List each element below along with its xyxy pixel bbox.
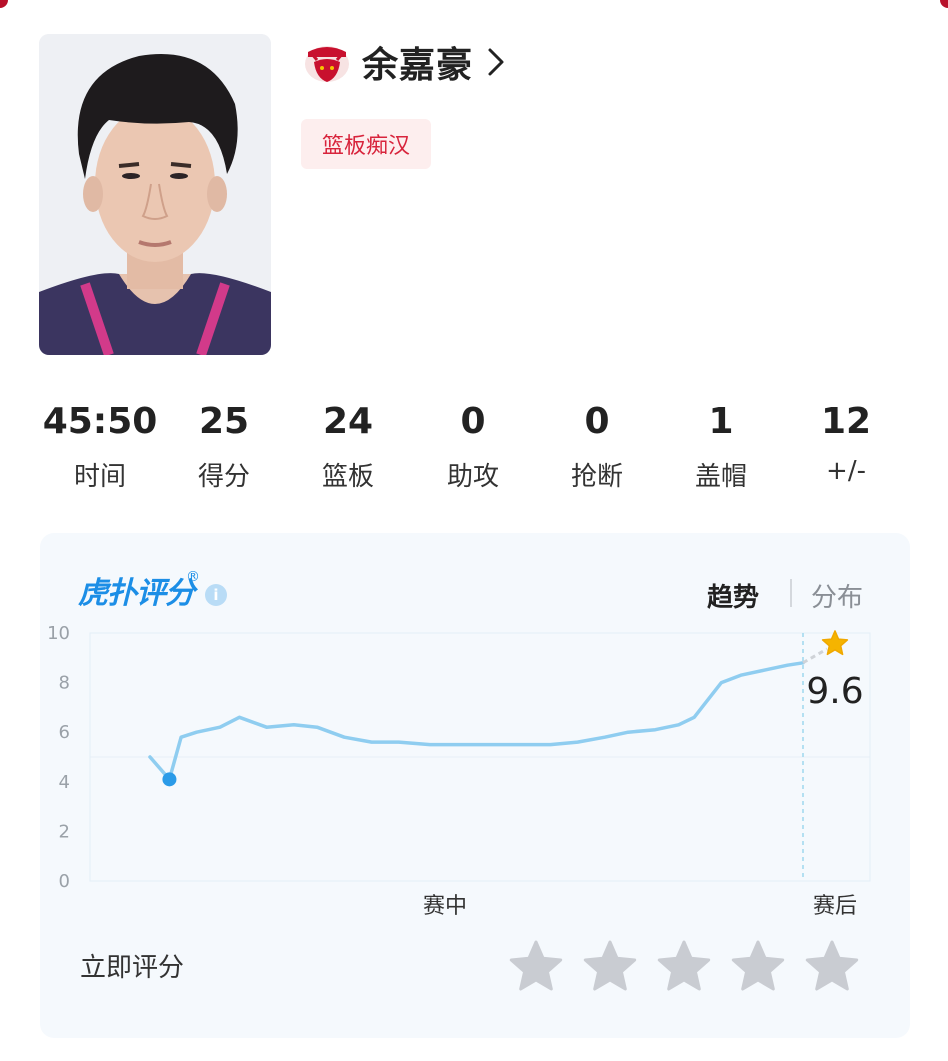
frame-corner-right bbox=[940, 0, 948, 8]
rating-star-icon[interactable] bbox=[656, 938, 712, 994]
stats-row: 45:50 时间 25 得分 24 篮板 0 助攻 0 抢断 1 盖帽 12 +… bbox=[38, 396, 908, 496]
rating-trend-chart: 0 2 4 6 8 10 赛中 赛后 9.6 bbox=[47, 623, 871, 919]
rating-star-icon[interactable] bbox=[582, 938, 638, 994]
team-logo-icon bbox=[305, 46, 349, 82]
stat-value: 1 bbox=[708, 401, 734, 442]
y-tick-label: 2 bbox=[59, 821, 70, 842]
stat-label: 助攻 bbox=[446, 462, 499, 492]
y-tick-label: 0 bbox=[59, 871, 70, 892]
stat-blocks: 1 盖帽 bbox=[659, 396, 783, 493]
y-tick-label: 6 bbox=[59, 722, 70, 743]
rating-trend-line bbox=[148, 661, 805, 782]
player-name-row[interactable]: 余嘉豪 bbox=[302, 34, 505, 90]
stat-label: +/- bbox=[826, 456, 866, 486]
stat-steals: 0 抢断 bbox=[535, 396, 659, 493]
y-tick-label: 4 bbox=[59, 772, 70, 793]
stat-label: 得分 bbox=[197, 462, 250, 492]
player-photo bbox=[39, 34, 271, 355]
player-tag-badge: 篮板痴汉 bbox=[301, 119, 431, 169]
rating-card: 虎扑评分 ® i 趋势 分布 0 2 4 6 8 10 赛中 赛后 9.6 立即评分 bbox=[40, 533, 910, 1038]
stat-value: 0 bbox=[584, 401, 610, 442]
x-tick-label: 赛中 bbox=[423, 894, 467, 919]
final-dashed-line bbox=[802, 647, 828, 665]
final-score-label: 9.6 bbox=[806, 671, 863, 712]
player-avatar bbox=[39, 34, 271, 355]
rating-star-icon[interactable] bbox=[508, 938, 564, 994]
x-tick-label: 赛后 bbox=[813, 894, 857, 919]
stat-value: 24 bbox=[322, 401, 374, 442]
min-point-marker bbox=[162, 772, 177, 787]
rate-now-label: 立即评分 bbox=[80, 953, 185, 983]
chevron-right-icon bbox=[488, 48, 504, 76]
y-tick-label: 8 bbox=[59, 673, 70, 694]
final-score-star-icon bbox=[821, 630, 849, 656]
player-name: 余嘉豪 bbox=[362, 45, 474, 86]
rating-stars bbox=[508, 938, 868, 994]
stat-label: 时间 bbox=[73, 462, 126, 492]
stat-label: 盖帽 bbox=[694, 462, 747, 492]
stat-points: 25 得分 bbox=[162, 396, 286, 493]
rating-star-icon[interactable] bbox=[804, 938, 860, 994]
stat-label: 篮板 bbox=[321, 462, 374, 492]
stat-value: 45:50 bbox=[42, 401, 158, 442]
stat-rebounds: 24 篮板 bbox=[286, 396, 410, 493]
stat-minutes: 45:50 时间 bbox=[38, 396, 162, 493]
frame-corner-left bbox=[0, 0, 8, 8]
stat-value: 25 bbox=[198, 401, 250, 442]
stat-plus-minus: 12 +/- bbox=[784, 396, 908, 486]
stat-value: 12 bbox=[820, 401, 872, 442]
rating-star-icon[interactable] bbox=[730, 938, 786, 994]
top-frame bbox=[0, 0, 948, 8]
y-tick-label: 10 bbox=[47, 623, 70, 644]
stat-label: 抢断 bbox=[570, 462, 623, 492]
stat-value: 0 bbox=[460, 401, 486, 442]
stat-assists: 0 助攻 bbox=[411, 396, 535, 493]
